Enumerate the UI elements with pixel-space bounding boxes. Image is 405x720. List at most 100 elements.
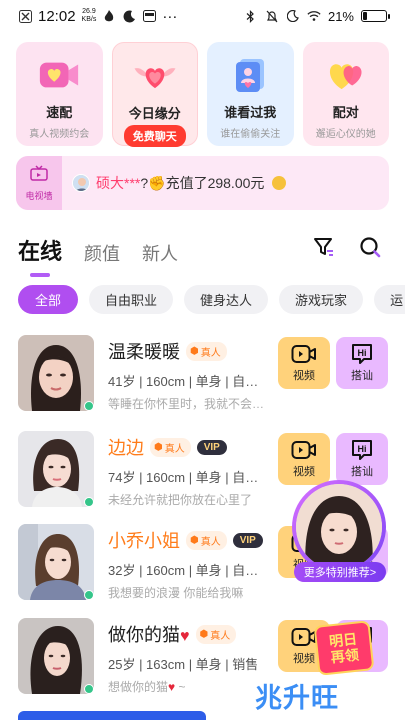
tab-newcomers[interactable]: 新人	[142, 240, 178, 266]
avatar[interactable]	[18, 335, 94, 411]
vip-badge: VIP	[232, 532, 263, 548]
filter-icon[interactable]	[313, 236, 335, 263]
user-name: 边边	[108, 438, 144, 458]
user-bio: 等睡在你怀里时，我就不会再想了	[108, 397, 273, 411]
feature-subtitle: 邂逅心仪的她	[315, 129, 376, 140]
verified-icon: ⬢	[154, 441, 163, 453]
name-line: 温柔暖暖 ⬢ 真人	[108, 339, 227, 363]
category-chips: 全部 自由职业 健身达人 游戏玩家 运	[18, 285, 405, 314]
user-name: 做你的猫♥	[108, 625, 190, 645]
more-dots-icon: ···	[162, 7, 178, 25]
ticker-user-name: 硕大***	[96, 175, 141, 191]
ticker-avatar	[72, 174, 90, 192]
user-info: 74岁 | 160cm | 单身 | 自由职业	[108, 470, 270, 485]
name-line: 小乔小姐 ⬢ 真人 VIP	[108, 528, 263, 552]
tv-icon	[30, 164, 48, 186]
ticker-amount: 298.00元	[207, 175, 265, 191]
feature-pairing[interactable]: 配对 邂逅心仪的她	[302, 42, 390, 146]
claim-tomorrow-badge[interactable]: 明日 再领	[313, 620, 375, 676]
chip-all[interactable]: 全部	[18, 285, 79, 314]
bluetooth-icon	[244, 9, 258, 23]
card-icon	[142, 9, 156, 23]
ticker-action: ?✊充值了	[140, 175, 208, 191]
video-camera-icon	[291, 626, 317, 648]
user-bio: 想做你的猫♥ ~	[108, 680, 186, 694]
name-line: 做你的猫♥ ⬢ 真人	[108, 622, 237, 646]
real-person-badge: ⬢ 真人	[195, 624, 237, 644]
tab-online[interactable]: 在线	[18, 234, 62, 277]
user-info: 41岁 | 160cm | 单身 | 自由职业	[108, 374, 270, 389]
feature-title: 今日缘分	[128, 106, 181, 121]
video-call-button[interactable]: 视频	[278, 337, 330, 389]
search-icon[interactable]	[359, 236, 381, 263]
avatar[interactable]	[18, 524, 94, 600]
recommend-avatar[interactable]	[292, 480, 386, 574]
tab-tools	[313, 236, 381, 263]
feature-title: 速配	[46, 105, 73, 120]
fire-icon	[102, 9, 116, 23]
online-indicator	[84, 684, 94, 694]
bottom-banner[interactable]	[18, 711, 206, 720]
hi-chat-icon: Hi	[350, 343, 374, 365]
profile-card-icon	[228, 56, 272, 94]
svg-text:Hi: Hi	[358, 348, 367, 358]
video-call-button[interactable]: 视频	[278, 433, 330, 485]
user-info: 32岁 | 160cm | 单身 | 自由职业	[108, 563, 270, 578]
recharge-ticker[interactable]: 电视墙 硕大*** ?✊充值了 298.00元	[16, 156, 389, 210]
mute-bell-icon	[265, 9, 279, 23]
free-chat-badge[interactable]: 免费聊天	[123, 125, 186, 147]
winged-heart-icon	[133, 57, 177, 95]
vip-badge: VIP	[196, 439, 227, 455]
user-bio: 我想要的浪漫 你能给我嘛	[108, 586, 244, 600]
main-tabs: 在线 颜值 新人	[18, 234, 178, 277]
user-bio: 未经允许就把你放在心里了	[108, 493, 253, 507]
online-indicator	[84, 590, 94, 600]
special-recommend-float[interactable]: 更多特别推荐>	[292, 480, 387, 582]
name-line: 边边 ⬢ 真人 VIP	[108, 435, 227, 459]
avatar[interactable]	[18, 618, 94, 694]
online-indicator	[84, 497, 94, 507]
battery-icon	[361, 10, 390, 22]
feature-title: 配对	[332, 105, 359, 120]
chip-gamer[interactable]: 游戏玩家	[279, 285, 364, 314]
feature-today-fate[interactable]: 今日缘分 免费聊天	[111, 42, 199, 147]
real-person-badge: ⬢ 真人	[186, 530, 227, 550]
user-name: 小乔小姐	[108, 531, 180, 551]
avatar[interactable]	[18, 431, 94, 507]
recommend-label[interactable]: 更多特别推荐>	[294, 562, 386, 582]
real-person-badge: ⬢ 真人	[150, 437, 191, 457]
feature-quick-match[interactable]: 速配 真人视频约会	[16, 42, 103, 146]
chip-more[interactable]: 运	[374, 285, 405, 314]
tv-wall-button[interactable]: 电视墙	[16, 156, 62, 210]
app-notification-icon	[18, 9, 32, 23]
say-hi-button[interactable]: Hi 搭讪	[336, 433, 388, 485]
user-name: 温柔暖暖	[108, 342, 180, 362]
verified-icon: ⬢	[199, 628, 209, 640]
status-bar: 12:02 26.9 KB/s ··· 21%	[0, 0, 405, 32]
wifi-icon	[307, 9, 321, 23]
tab-looks[interactable]: 颜值	[84, 240, 120, 266]
list-item[interactable]: 温柔暖暖 ⬢ 真人 41岁 | 160cm | 单身 | 自由职业 等睡在你怀里时…	[18, 335, 390, 413]
battery-percent: 21%	[327, 8, 354, 24]
status-time: 12:02	[38, 7, 76, 25]
real-person-badge: ⬢ 真人	[186, 341, 227, 361]
chip-fitness[interactable]: 健身达人	[184, 285, 269, 314]
moon-icon	[122, 9, 136, 23]
verified-icon: ⬢	[190, 345, 199, 357]
user-info: 25岁 | 163cm | 单身 | 销售	[108, 657, 259, 672]
tv-wall-label: 电视墙	[25, 190, 53, 201]
online-indicator	[84, 401, 94, 411]
feature-subtitle: 谁在偷偷关注	[220, 129, 281, 140]
heart-emoji: ♥	[180, 628, 190, 645]
say-hi-button[interactable]: Hi 搭讪	[336, 337, 388, 389]
chip-freelance[interactable]: 自由职业	[89, 285, 174, 314]
video-camera-icon	[291, 439, 317, 461]
double-heart-icon	[324, 56, 368, 94]
video-camera-icon	[291, 343, 317, 365]
net-speed: 26.9 KB/s	[81, 8, 97, 23]
feature-title: 谁看过我	[224, 105, 277, 120]
feature-cards: 速配 真人视频约会 今日缘分 免费聊天 谁看过我 谁在偷偷关注 配对 邂逅心仪的…	[16, 42, 390, 147]
feature-subtitle: 真人视频约会	[29, 129, 90, 140]
feature-who-viewed-me[interactable]: 谁看过我 谁在偷偷关注	[207, 42, 294, 146]
dnd-moon-icon	[286, 9, 300, 23]
